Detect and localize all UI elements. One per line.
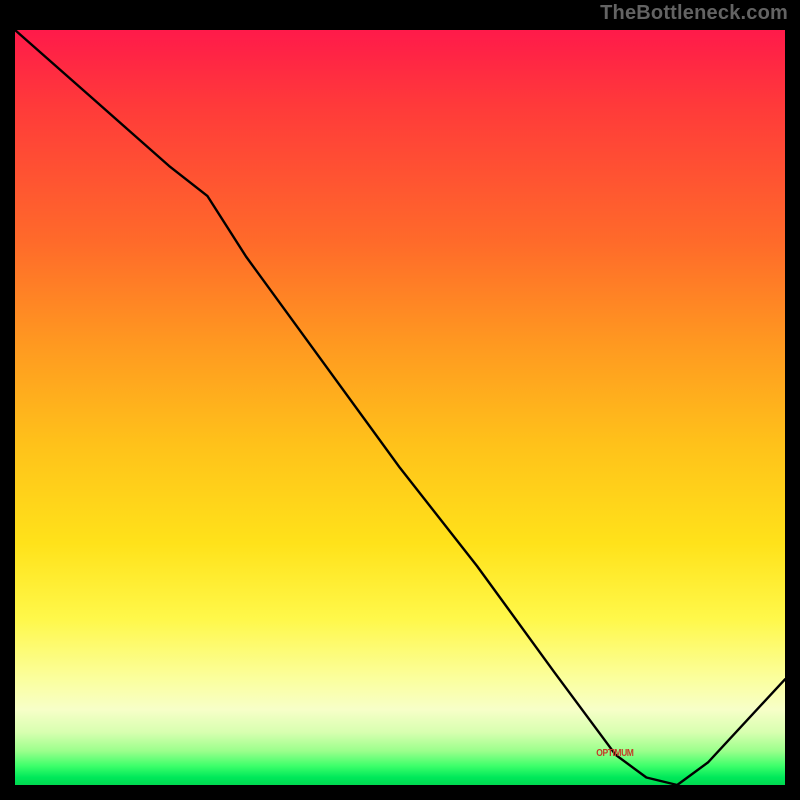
attribution-text: TheBottleneck.com <box>600 2 788 25</box>
optimum-marker-label: OPTIMUM <box>596 748 633 759</box>
bottleneck-curve <box>15 30 785 785</box>
chart-container: TheBottleneck.com OPTIMUM <box>0 0 800 800</box>
plot-area: OPTIMUM <box>15 30 785 785</box>
